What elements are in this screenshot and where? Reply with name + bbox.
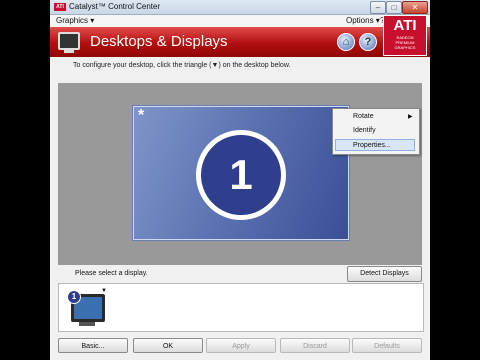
status-text: Please select a display. xyxy=(75,270,148,277)
menu-item-rotate[interactable]: Rotate xyxy=(353,113,374,120)
thumbnail-number-badge: 1 xyxy=(67,290,81,304)
help-icon[interactable]: ? xyxy=(359,33,377,51)
page-title: Desktops & Displays xyxy=(90,33,228,50)
maximize-button[interactable]: □ xyxy=(386,1,402,14)
menu-item-properties[interactable]: Properties... xyxy=(335,139,415,151)
home-icon[interactable]: ⌂ xyxy=(337,33,355,51)
detect-displays-button[interactable]: Detect Displays xyxy=(347,266,422,282)
options-menu[interactable]: Options ▾ xyxy=(346,16,380,25)
submenu-arrow-icon: ▶ xyxy=(408,114,413,120)
minimize-button[interactable]: – xyxy=(370,1,386,14)
menu-item-identify[interactable]: Identify xyxy=(353,127,376,134)
bottom-button-bar: Basic... OK Apply Discard Defaults xyxy=(50,333,430,360)
ati-radeon-logo: ATI RADEON PREMIUM GRAPHICS xyxy=(383,15,427,56)
instruction-text: To configure your desktop, click the tri… xyxy=(73,62,291,69)
display-thumbnail-1[interactable]: 1 ▼ xyxy=(65,288,109,328)
context-menu: Rotate ▶ Identify Properties... xyxy=(332,108,420,155)
menu-bar: Graphics ▾ Options ▾ ? xyxy=(50,15,430,27)
title-bar: ATI Catalyst™ Control Center – □ ✕ xyxy=(50,0,430,15)
basic-button[interactable]: Basic... xyxy=(58,338,128,353)
logo-text: ATI xyxy=(393,17,417,34)
catalyst-window: ATI Catalyst™ Control Center – □ ✕ Graph… xyxy=(50,0,430,360)
display-number-badge: 1 xyxy=(196,130,286,220)
ati-app-icon: ATI xyxy=(54,3,66,11)
graphics-menu[interactable]: Graphics ▾ xyxy=(56,16,94,25)
apply-button[interactable]: Apply xyxy=(206,338,276,353)
monitor-stand xyxy=(79,322,95,326)
close-button[interactable]: ✕ xyxy=(402,1,428,14)
ok-button[interactable]: OK xyxy=(133,338,203,353)
defaults-button[interactable]: Defaults xyxy=(352,338,422,353)
display-monitor-icon xyxy=(58,32,80,53)
primary-display-marker: * xyxy=(138,107,145,124)
dropdown-triangle-icon[interactable]: ▼ xyxy=(101,288,107,294)
logo-line-3: GRAPHICS xyxy=(394,45,416,50)
desktop-display-1[interactable]: * 1 xyxy=(133,106,349,240)
page-header: Desktops & Displays ⌂ ? xyxy=(50,27,430,57)
display-thumbnail-strip: 1 ▼ xyxy=(58,283,424,332)
discard-button[interactable]: Discard xyxy=(280,338,350,353)
window-title: Catalyst™ Control Center xyxy=(69,2,161,11)
